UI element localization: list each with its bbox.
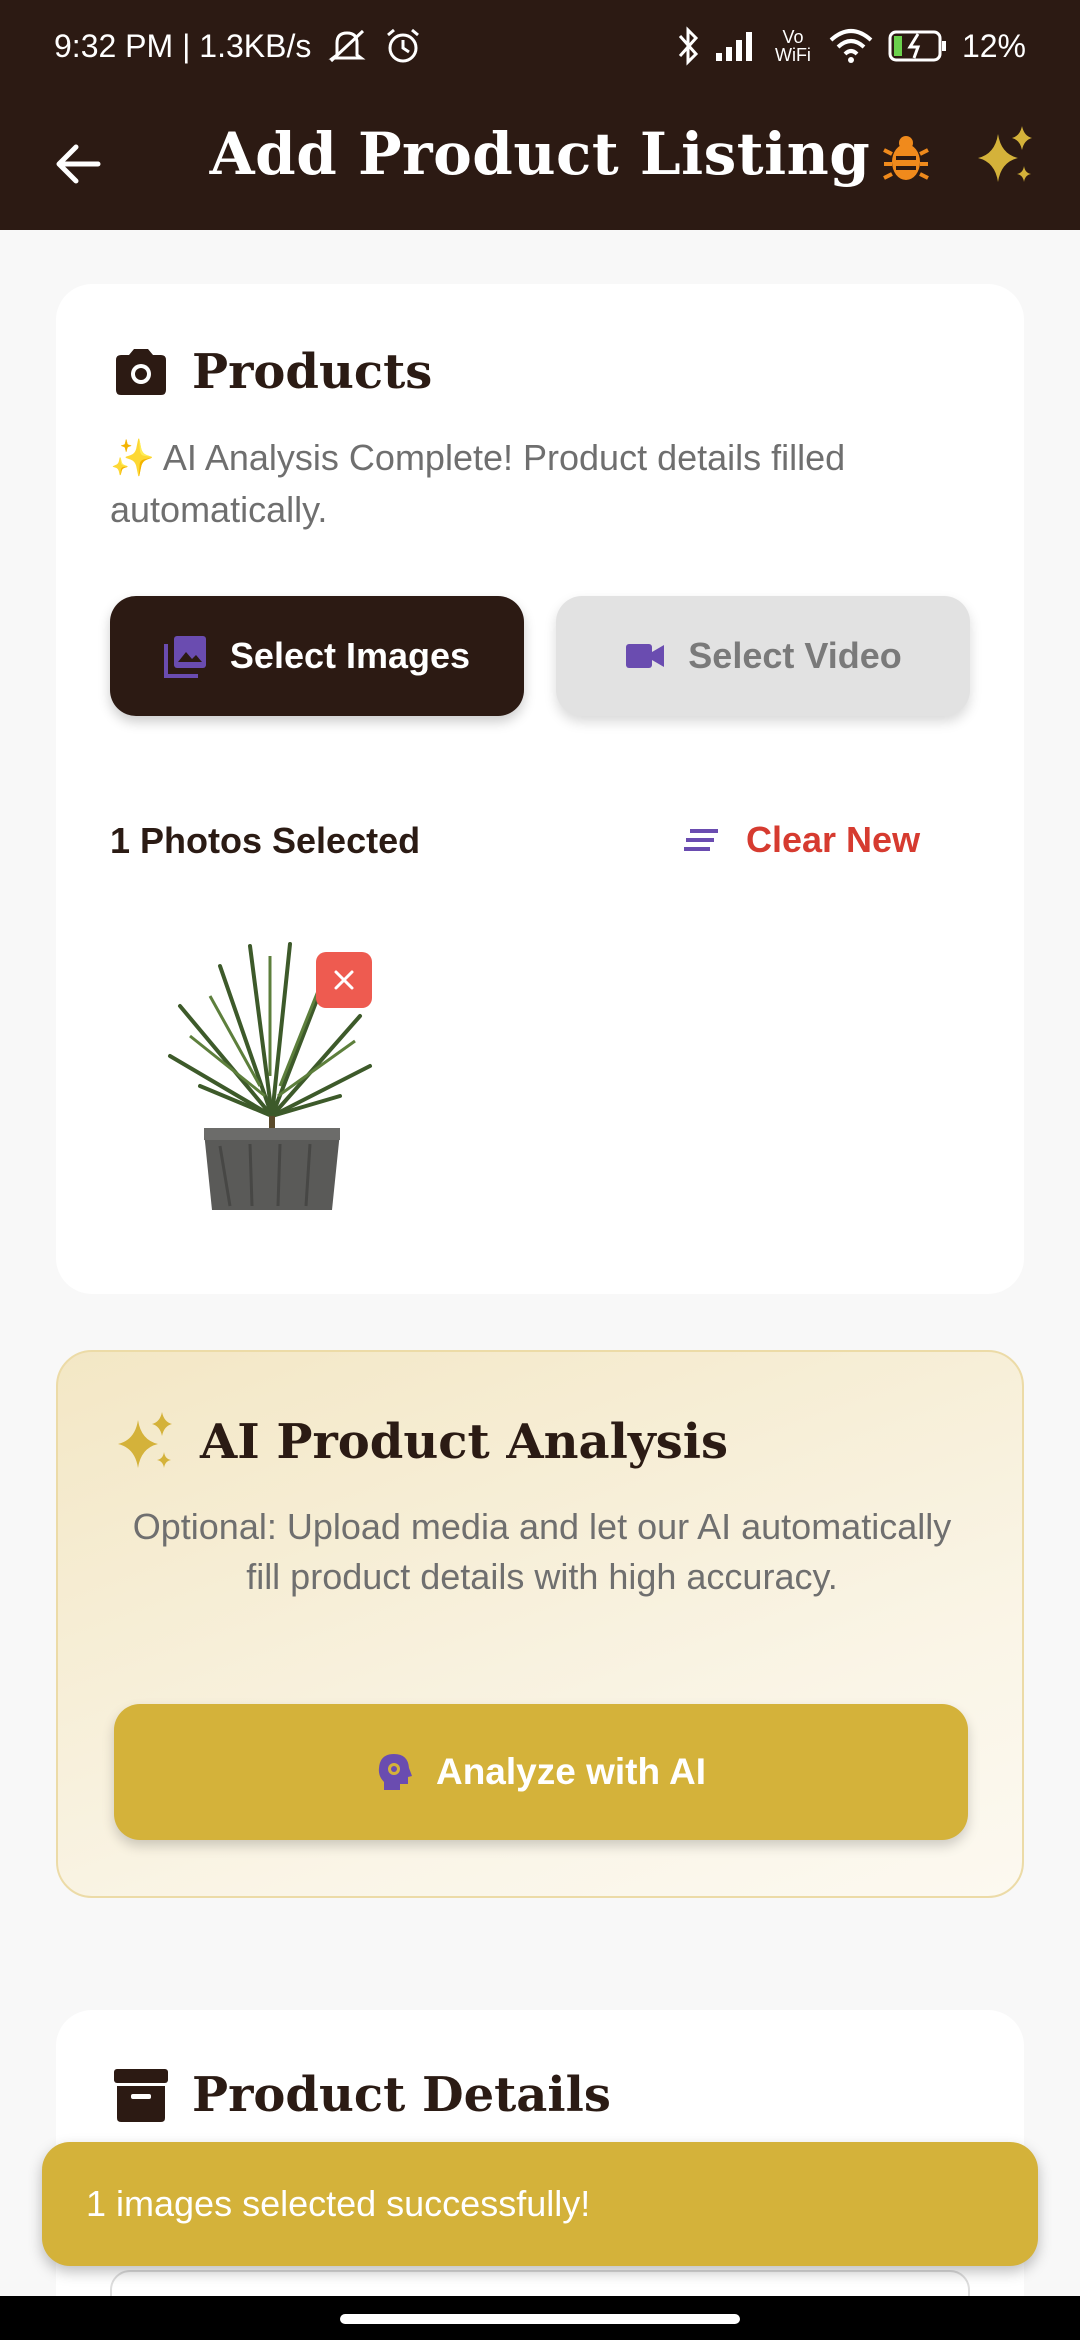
analyze-with-ai-label: Analyze with AI <box>435 1751 706 1792</box>
products-header: Products <box>112 344 432 400</box>
product-details-title: Product Details <box>192 2067 611 2123</box>
select-video-button[interactable]: Select Video <box>556 596 970 716</box>
ai-analysis-title: AI Product Analysis <box>200 1414 729 1470</box>
photos-selected-count: 1 Photos Selected <box>110 820 421 861</box>
clear-new-label: Clear New <box>746 819 921 860</box>
battery-charging-icon <box>888 29 948 63</box>
bug-icon <box>883 136 929 180</box>
select-images-label: Select Images <box>229 635 471 676</box>
alarm-clock-icon <box>383 27 423 65</box>
debug-button[interactable] <box>876 128 936 188</box>
videocam-icon <box>626 644 665 668</box>
products-title: Products <box>192 344 433 400</box>
close-icon <box>334 970 354 990</box>
snackbar-toast: 1 images selected successfully! <box>42 2142 1038 2266</box>
analyze-with-ai-button[interactable]: Analyze with AI <box>114 1704 968 1840</box>
camera-icon <box>116 349 166 395</box>
vowifi-icon: Vo WiFi <box>774 27 811 65</box>
ai-analysis-card: AI Product Analysis Optional: Upload med… <box>56 1350 1024 1898</box>
bluetooth-icon <box>676 26 700 66</box>
inventory-box-icon <box>114 2069 168 2122</box>
ai-analysis-header: AI Product Analysis <box>114 1410 728 1474</box>
sparkle-icon <box>978 126 1032 182</box>
psychology-icon <box>378 1754 412 1790</box>
product-details-header: Product Details <box>112 2066 611 2124</box>
clear-all-icon <box>684 829 718 851</box>
select-video-label: Select Video <box>688 635 902 676</box>
mute-alarm-icon <box>325 27 369 65</box>
toast-message: 1 images selected successfully! <box>86 2183 591 2224</box>
wifi-icon <box>828 28 874 64</box>
sparkle-icon <box>118 1412 172 1468</box>
battery-level: 12% <box>961 27 1026 64</box>
clear-new-button[interactable]: Clear New <box>684 810 920 870</box>
ai-analysis-description: Optional: Upload media and let our AI au… <box>132 1506 952 1597</box>
remove-image-button[interactable] <box>316 952 372 1008</box>
status-left: 9:32 PM | 1.3KB/s <box>54 27 423 65</box>
status-bar: 9:32 PM | 1.3KB/s Vo WiFi 12% <box>0 0 1080 92</box>
select-images-button[interactable]: Select Images <box>110 596 524 716</box>
ai-sparkle-button[interactable] <box>972 122 1040 190</box>
ai-status-text: ✨ AI Analysis Complete! Product details … <box>110 437 846 530</box>
navigation-bar <box>0 2296 1080 2340</box>
status-time-speed: 9:32 PM | 1.3KB/s <box>54 27 312 64</box>
home-gesture-handle[interactable] <box>340 2314 740 2324</box>
app-bar: Add Product Listing <box>0 92 1080 230</box>
products-card: Products ✨ AI Analysis Complete! Product… <box>56 284 1024 1294</box>
photo-library-icon <box>163 636 206 678</box>
status-right: Vo WiFi 12% <box>676 26 1026 66</box>
signal-icon <box>714 29 758 63</box>
